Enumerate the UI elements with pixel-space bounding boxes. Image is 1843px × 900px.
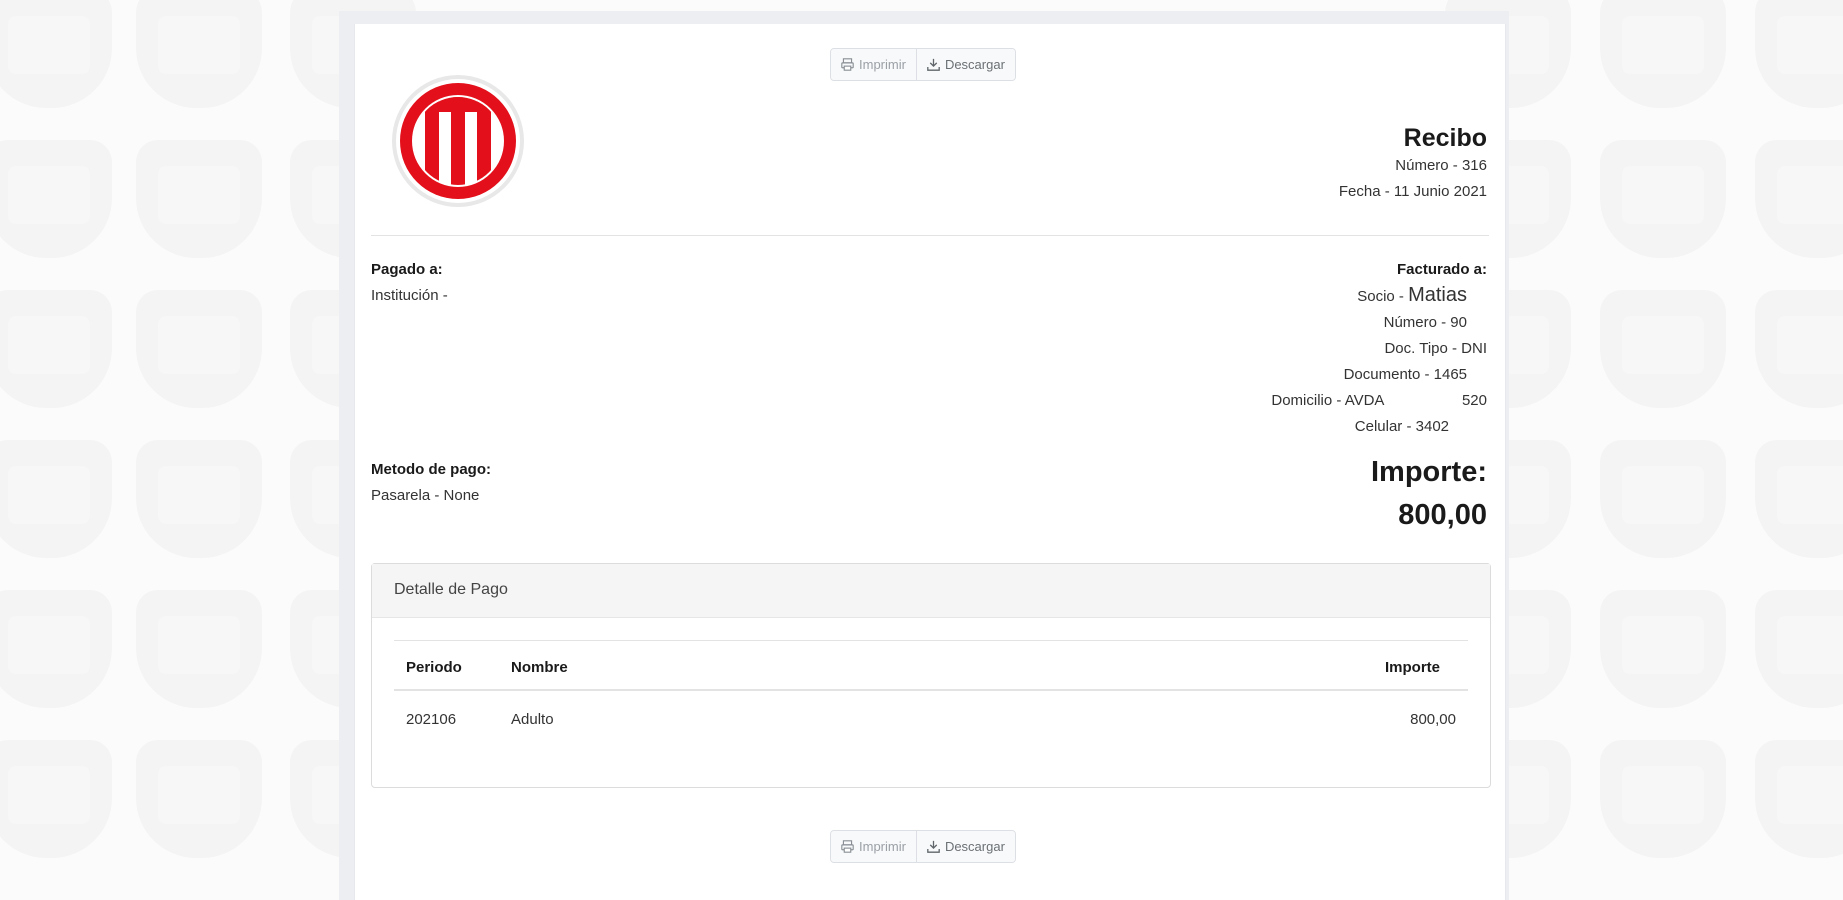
watermark-shield (136, 140, 262, 258)
watermark-shield (136, 590, 262, 708)
receipt-card: Imprimir Descargar Recibo Número - 316 F… (354, 24, 1506, 900)
download-button-top[interactable]: Descargar (915, 49, 1015, 80)
watermark-shield (1600, 290, 1726, 408)
column-header-periodo: Periodo (394, 640, 499, 691)
receipt-date: Fecha - 11 Junio 2021 (1338, 183, 1487, 200)
print-button-top[interactable]: Imprimir (831, 49, 916, 80)
watermark-shield (0, 140, 112, 258)
billed-to-socio: Socio - Matias (1357, 284, 1467, 307)
watermark-shield (1755, 590, 1843, 708)
watermark-shield (136, 0, 262, 108)
watermark-shield (1600, 740, 1726, 858)
download-label: Descargar (944, 839, 1005, 854)
watermark-shield (1755, 0, 1843, 108)
download-button-bottom[interactable]: Descargar (915, 831, 1015, 862)
watermark-shield (1755, 140, 1843, 258)
receipt-title: Recibo (1403, 124, 1487, 152)
watermark-shield (1755, 740, 1843, 858)
bottom-action-group: Imprimir Descargar (830, 830, 1016, 863)
watermark-shield (136, 440, 262, 558)
address-street: Domicilio - AVDA (1271, 392, 1384, 409)
watermark-shield (1600, 440, 1726, 558)
printer-icon (841, 840, 854, 853)
watermark-shield (1600, 0, 1726, 108)
payment-method-heading: Metodo de pago: (371, 461, 491, 478)
printer-icon (841, 58, 854, 71)
billed-to-address: Domicilio - AVDA 520 (1271, 392, 1487, 409)
watermark-shield (136, 290, 262, 408)
billed-to-doc-type: Doc. Tipo - DNI (1384, 340, 1487, 357)
column-header-importe: Importe (943, 640, 1468, 691)
address-number: 520 (1461, 392, 1487, 409)
watermark-shield (1755, 290, 1843, 408)
billed-to-phone: Celular - 3402 (1354, 418, 1449, 435)
socio-prefix: Socio - (1357, 288, 1404, 305)
print-label: Imprimir (859, 839, 906, 854)
row-nombre: Adulto (511, 711, 554, 728)
header-divider (371, 235, 1489, 236)
row-periodo: 202106 (406, 711, 457, 728)
payment-method-value: Pasarela - None (371, 487, 480, 504)
receipt-number: Número - 316 (1395, 157, 1487, 174)
watermark-shield (0, 590, 112, 708)
table-header-row: Periodo Nombre Importe (394, 640, 1468, 691)
watermark-shield (0, 290, 112, 408)
watermark-shield (0, 440, 112, 558)
download-icon (927, 58, 940, 71)
paid-to-heading: Pagado a: (371, 261, 443, 278)
billed-to-number: Número - 90 (1383, 314, 1467, 331)
download-icon (927, 840, 940, 853)
amount-value: 800,00 (1398, 499, 1487, 531)
print-label: Imprimir (859, 57, 906, 72)
watermark-shield (0, 0, 112, 108)
row-importe: 800,00 (1410, 711, 1456, 728)
billed-to-heading: Facturado a: (1396, 261, 1487, 278)
payment-detail-table: Periodo Nombre Importe 202106 Adulto 800… (394, 640, 1468, 748)
watermark-shield (0, 740, 112, 858)
download-label: Descargar (944, 57, 1005, 72)
payment-detail-panel: Detalle de Pago Periodo Nombre Importe 2… (371, 563, 1491, 788)
top-action-group: Imprimir Descargar (830, 48, 1016, 81)
club-logo (392, 75, 524, 207)
watermark-shield (1600, 590, 1726, 708)
table-row: 202106 Adulto 800,00 (394, 690, 1468, 748)
column-header-nombre: Nombre (499, 640, 944, 691)
watermark-shield (1600, 140, 1726, 258)
watermark-shield (1755, 440, 1843, 558)
billed-to-document: Documento - 1465 (1343, 366, 1467, 383)
socio-name: Matias (1408, 284, 1467, 306)
print-button-bottom[interactable]: Imprimir (831, 831, 916, 862)
amount-label: Importe: (1371, 456, 1487, 488)
paid-to-institution: Institución - (371, 287, 448, 304)
watermark-shield (136, 740, 262, 858)
payment-detail-heading: Detalle de Pago (372, 564, 1490, 618)
